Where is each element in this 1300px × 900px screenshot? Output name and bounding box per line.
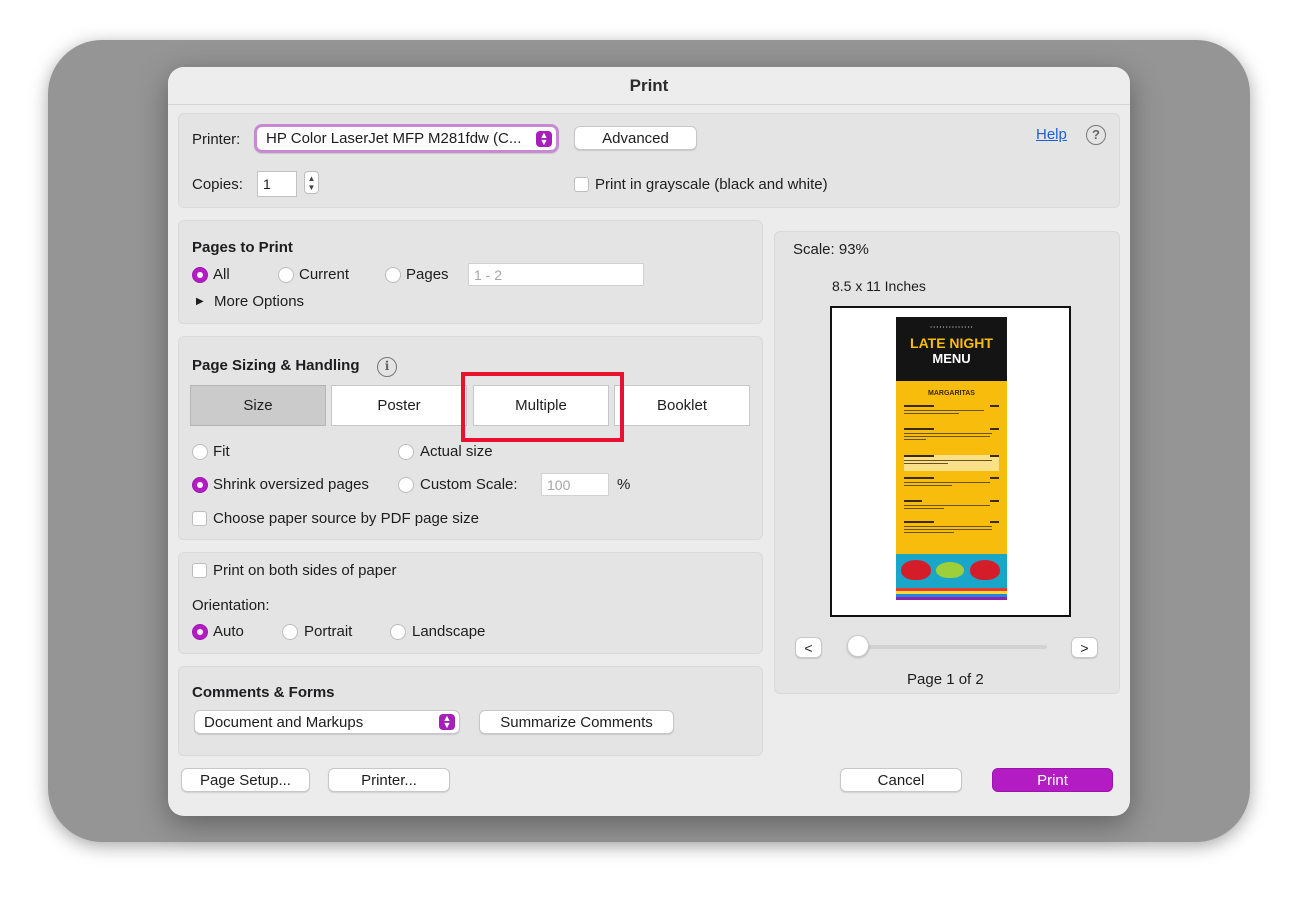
paper-source-label: Choose paper source by PDF page size [213, 510, 479, 527]
select-arrows-icon: ▲ ▼ [536, 130, 552, 147]
info-icon[interactable]: i [377, 357, 397, 377]
orientation-landscape-radio[interactable] [390, 624, 406, 640]
serape-stripe [896, 597, 1007, 600]
fit-radio[interactable] [192, 444, 208, 460]
copies-input[interactable]: 1 [257, 171, 297, 197]
comments-select[interactable]: Document and Markups ▲ ▼ [194, 710, 460, 734]
fit-label: Fit [213, 443, 230, 460]
duplex-checkbox[interactable] [192, 563, 207, 578]
tab-poster[interactable]: Poster [331, 385, 467, 426]
tab-multiple[interactable]: Multiple [473, 385, 609, 426]
shrink-oversized-label: Shrink oversized pages [213, 476, 369, 493]
print-dialog: Print Printer: HP Color LaserJet MFP M28… [168, 67, 1130, 816]
orientation-landscape-label: Landscape [412, 623, 486, 640]
percent-label: % [617, 476, 631, 493]
more-options-toggle[interactable]: More Options [214, 293, 304, 310]
printer-select[interactable]: HP Color LaserJet MFP M281fdw (C... ▲ ▼ [254, 124, 559, 153]
disclosure-triangle-icon[interactable]: ▶ [196, 296, 204, 307]
orientation-portrait-label: Portrait [304, 623, 353, 640]
pages-current-label: Current [299, 266, 350, 283]
next-page-button[interactable]: > [1071, 637, 1098, 658]
printer-button[interactable]: Printer... [328, 768, 450, 792]
duplex-label: Print on both sides of paper [213, 562, 397, 579]
menu-section-title: MARGARITAS [928, 390, 975, 397]
preview-paper: • • • • • • • • • • • • • • LATE NIGHT M… [842, 317, 1060, 600]
scale-label: Scale: 93% [793, 241, 869, 258]
pages-all-radio[interactable] [192, 267, 208, 283]
copies-label: Copies: [192, 176, 243, 193]
tab-size[interactable]: Size [190, 385, 326, 426]
menu-item [904, 455, 999, 471]
pages-to-print-title: Pages to Print [192, 239, 293, 256]
orientation-portrait-radio[interactable] [282, 624, 298, 640]
pages-current-radio[interactable] [278, 267, 294, 283]
copies-stepper[interactable]: ▲ ▼ [304, 171, 319, 194]
help-link[interactable]: Help [1036, 126, 1067, 143]
actual-size-label: Actual size [420, 443, 493, 460]
margarita-glass [901, 560, 931, 580]
printer-label: Printer: [192, 131, 241, 148]
menu-kicker: • • • • • • • • • • • • • • [930, 324, 973, 329]
grayscale-checkbox[interactable] [574, 177, 589, 192]
page-slider-knob[interactable] [847, 635, 869, 657]
page-preview: • • • • • • • • • • • • • • LATE NIGHT M… [830, 306, 1071, 617]
pages-range-radio[interactable] [385, 267, 401, 283]
comments-title: Comments & Forms [192, 684, 335, 701]
pages-range-label: Pages [406, 266, 449, 283]
comments-select-value: Document and Markups [204, 713, 364, 731]
menu-document-thumbnail: • • • • • • • • • • • • • • LATE NIGHT M… [896, 317, 1007, 600]
menu-item [904, 405, 999, 425]
select-arrows-icon: ▲ ▼ [439, 714, 455, 730]
page-slider-track[interactable] [851, 645, 1047, 649]
actual-size-radio[interactable] [398, 444, 414, 460]
pages-range-input[interactable]: 1 - 2 [468, 263, 644, 286]
menu-title: LATE NIGHT [910, 335, 993, 351]
advanced-button[interactable]: Advanced [574, 126, 697, 150]
shrink-oversized-radio[interactable] [192, 477, 208, 493]
menu-item [904, 521, 999, 541]
custom-scale-label: Custom Scale: [420, 476, 518, 493]
menu-item [904, 477, 999, 497]
print-button[interactable]: Print [992, 768, 1113, 792]
printer-select-value: HP Color LaserJet MFP M281fdw (C... [266, 130, 522, 147]
grayscale-label: Print in grayscale (black and white) [595, 176, 828, 193]
help-icon[interactable]: ? [1086, 125, 1106, 145]
previous-page-button[interactable]: < [795, 637, 822, 658]
menu-photo [896, 554, 1007, 600]
summarize-comments-button[interactable]: Summarize Comments [479, 710, 674, 734]
custom-scale-input[interactable]: 100 [541, 473, 609, 496]
paper-size-label: 8.5 x 11 Inches [832, 278, 926, 294]
cancel-button[interactable]: Cancel [840, 768, 962, 792]
menu-item [904, 500, 999, 520]
dialog-title: Print [168, 67, 1130, 105]
pages-all-label: All [213, 266, 230, 283]
menu-header: • • • • • • • • • • • • • • LATE NIGHT M… [896, 317, 1007, 381]
tab-booklet[interactable]: Booklet [614, 385, 750, 426]
custom-scale-radio[interactable] [398, 477, 414, 493]
page-setup-button[interactable]: Page Setup... [181, 768, 310, 792]
page-indicator: Page 1 of 2 [907, 671, 984, 688]
orientation-auto-label: Auto [213, 623, 244, 640]
orientation-label: Orientation: [192, 597, 270, 614]
paper-source-checkbox[interactable] [192, 511, 207, 526]
margarita-glass [970, 560, 1000, 580]
menu-subtitle: MENU [932, 351, 971, 366]
margarita-glass [936, 562, 964, 578]
orientation-auto-radio[interactable] [192, 624, 208, 640]
page-sizing-title: Page Sizing & Handling [192, 357, 360, 374]
menu-item [904, 428, 999, 448]
